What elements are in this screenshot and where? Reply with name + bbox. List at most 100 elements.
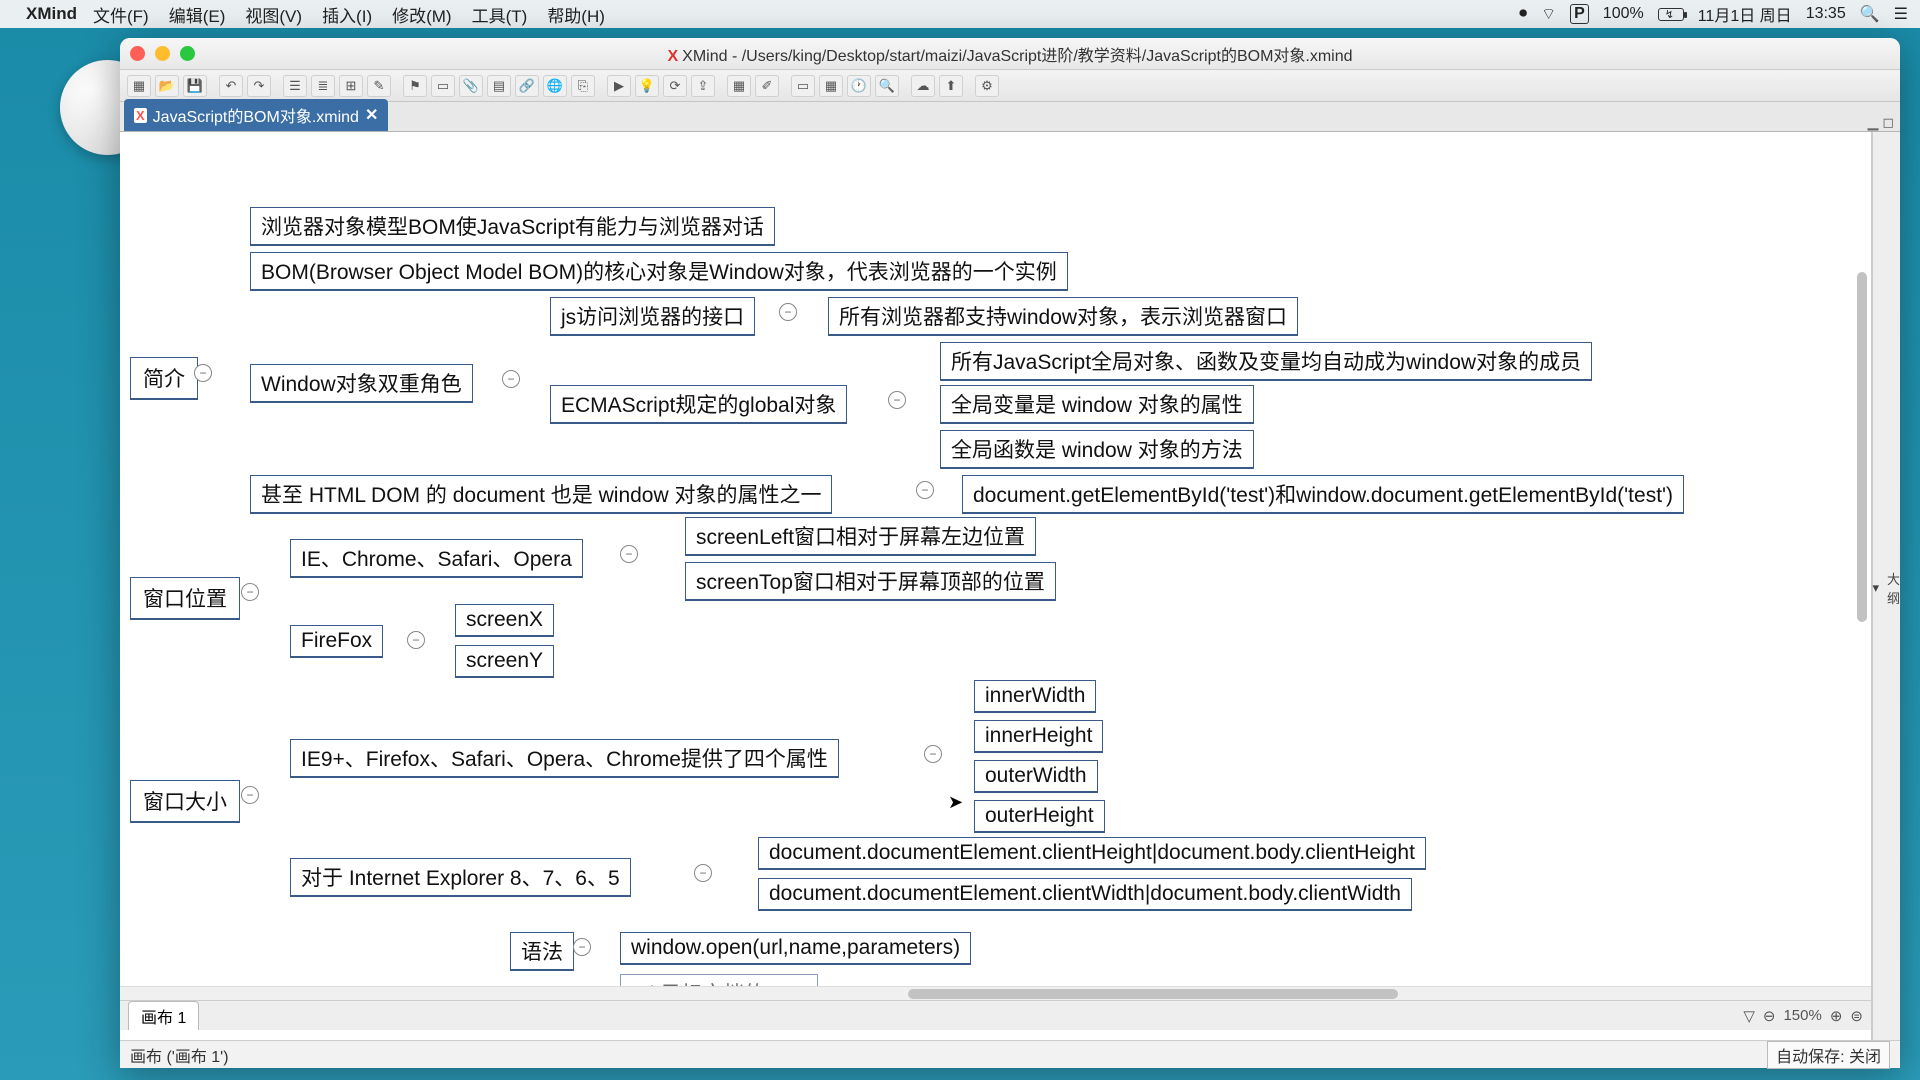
node-pos-b2[interactable]: screenY: [455, 645, 554, 678]
menu-view[interactable]: 视图(V): [245, 2, 302, 27]
wifi-icon[interactable]: ⌔: [1541, 4, 1556, 24]
toggle-icon[interactable]: −: [888, 391, 906, 409]
toggle-icon[interactable]: −: [916, 481, 934, 499]
zoom-fit-icon[interactable]: ⊜: [1850, 1007, 1863, 1025]
node-pos-a1[interactable]: screenLeft窗口相对于屏幕左边位置: [685, 517, 1036, 556]
toggle-icon[interactable]: −: [407, 631, 425, 649]
window-titlebar[interactable]: XXMind - /Users/king/Desktop/start/maizi…: [120, 38, 1900, 70]
note-icon[interactable]: ▤: [487, 75, 511, 97]
node-ecma-b[interactable]: 全局变量是 window 对象的属性: [940, 385, 1254, 424]
redo-icon[interactable]: ↷: [247, 75, 271, 97]
maximize-icon[interactable]: ◻: [1882, 114, 1894, 131]
search-icon[interactable]: 🔍: [875, 75, 899, 97]
gear-icon[interactable]: ⚙: [975, 75, 999, 97]
menu-tools[interactable]: 工具(T): [472, 2, 528, 27]
box-icon[interactable]: ▭: [791, 75, 815, 97]
mindmap-canvas[interactable]: 简介 − 浏览器对象模型BOM使JavaScript有能力与浏览器对话 BOM(…: [120, 132, 1872, 1040]
new-icon[interactable]: ▦: [127, 75, 151, 97]
horizontal-scrollbar[interactable]: [120, 986, 1871, 1000]
node-pos-a[interactable]: IE、Chrome、Safari、Opera: [290, 539, 583, 578]
image-icon[interactable]: ▭: [431, 75, 455, 97]
node-intro-a[interactable]: 浏览器对象模型BOM使JavaScript有能力与浏览器对话: [250, 207, 775, 246]
chevron-down-icon[interactable]: ▾: [1872, 578, 1879, 598]
toggle-icon[interactable]: −: [573, 938, 591, 956]
save-icon[interactable]: 💾: [183, 75, 207, 97]
brush-icon[interactable]: ✐: [755, 75, 779, 97]
toggle-icon[interactable]: −: [194, 364, 212, 382]
window-zoom-button[interactable]: [180, 46, 195, 61]
node-win-pos[interactable]: 窗口位置: [130, 577, 240, 620]
doc-icon[interactable]: ⎘: [571, 75, 595, 97]
tab-active[interactable]: X JavaScript的BOM对象.xmind ✕: [124, 99, 388, 131]
node-size-a1[interactable]: innerWidth: [974, 680, 1096, 713]
right-panel[interactable]: 大纲 ▾ 属 性 画布 背 增 图 高: [1872, 132, 1900, 1040]
node-intro[interactable]: 简介: [130, 357, 198, 400]
window-close-button[interactable]: [130, 46, 145, 61]
open-icon[interactable]: 📂: [155, 75, 179, 97]
app-name[interactable]: XMind: [26, 4, 77, 24]
list-icon[interactable]: ≣: [311, 75, 335, 97]
node-size-a4[interactable]: outerHeight: [974, 800, 1105, 833]
node-pos-b1[interactable]: screenX: [455, 604, 554, 637]
menu-icon[interactable]: ☰: [1894, 4, 1908, 24]
minimize-icon[interactable]: ▁: [1868, 114, 1879, 131]
outline-icon[interactable]: ☰: [283, 75, 307, 97]
spotlight-icon[interactable]: 🔍: [1860, 4, 1880, 24]
node-size-b2[interactable]: document.documentElement.clientWidth|doc…: [758, 878, 1412, 911]
undo-icon[interactable]: ↶: [219, 75, 243, 97]
node-size-b[interactable]: 对于 Internet Explorer 8、7、6、5: [290, 858, 631, 897]
vertical-scrollbar[interactable]: [1857, 232, 1869, 792]
node-size-a[interactable]: IE9+、Firefox、Safari、Opera、Chrome提供了四个属性: [290, 739, 839, 778]
present-icon[interactable]: ▶: [607, 75, 631, 97]
toggle-icon[interactable]: −: [241, 583, 259, 601]
screen-record-icon[interactable]: ⏺: [1519, 5, 1527, 23]
node-intro-b[interactable]: BOM(Browser Object Model BOM)的核心对象是Windo…: [250, 252, 1068, 291]
menu-insert[interactable]: 插入(I): [322, 2, 372, 27]
menu-help[interactable]: 帮助(H): [547, 2, 605, 27]
menubar-date[interactable]: 11月1日 周日: [1698, 2, 1792, 26]
node-win-size[interactable]: 窗口大小: [130, 780, 240, 823]
window-minimize-button[interactable]: [155, 46, 170, 61]
toggle-icon[interactable]: −: [924, 745, 942, 763]
node-ecma-a[interactable]: 所有JavaScript全局对象、函数及变量均自动成为window对象的成员: [940, 342, 1592, 381]
web-icon[interactable]: 🌐: [543, 75, 567, 97]
node-js-access[interactable]: js访问浏览器的接口: [550, 297, 755, 336]
node-win-role[interactable]: Window对象双重角色: [250, 364, 473, 403]
node-size-a3[interactable]: outerWidth: [974, 760, 1098, 793]
toggle-icon[interactable]: −: [502, 370, 520, 388]
sheet-tab[interactable]: 画布 1: [128, 1001, 199, 1030]
menu-modify[interactable]: 修改(M): [392, 2, 451, 27]
tree-icon[interactable]: ⊞: [339, 75, 363, 97]
attach-icon[interactable]: 📎: [459, 75, 483, 97]
panel-outline[interactable]: 大纲: [1887, 567, 1900, 609]
style-icon[interactable]: ✎: [367, 75, 391, 97]
battery-icon[interactable]: ↯: [1658, 8, 1684, 21]
node-js-access-c[interactable]: 所有浏览器都支持window对象，表示浏览器窗口: [828, 297, 1298, 336]
menubar-time[interactable]: 13:35: [1806, 5, 1846, 23]
menu-edit[interactable]: 编辑(E): [169, 2, 226, 27]
node-doc-prop[interactable]: 甚至 HTML DOM 的 document 也是 window 对象的属性之一: [250, 475, 832, 514]
cloud-up-icon[interactable]: ☁: [911, 75, 935, 97]
node-syntax-a[interactable]: window.open(url,name,parameters): [620, 932, 971, 965]
node-pos-b[interactable]: FireFox: [290, 625, 383, 658]
zoom-in-icon[interactable]: ⊕: [1830, 1007, 1843, 1025]
toggle-icon[interactable]: −: [620, 545, 638, 563]
bulb-icon[interactable]: 💡: [635, 75, 659, 97]
cal-icon[interactable]: ▦: [819, 75, 843, 97]
node-ecma[interactable]: ECMAScript规定的global对象: [550, 385, 847, 424]
refresh-icon[interactable]: ⟳: [663, 75, 687, 97]
tab-close-icon[interactable]: ✕: [365, 105, 378, 125]
parking-icon[interactable]: P: [1570, 4, 1589, 24]
node-doc-prop-c[interactable]: document.getElementById('test')和window.d…: [962, 475, 1684, 514]
node-size-a2[interactable]: innerHeight: [974, 720, 1103, 753]
flag-icon[interactable]: ⚑: [403, 75, 427, 97]
node-pos-a2[interactable]: screenTop窗口相对于屏幕顶部的位置: [685, 562, 1056, 601]
link-icon[interactable]: 🔗: [515, 75, 539, 97]
export-icon[interactable]: ⬆: [939, 75, 963, 97]
node-syntax[interactable]: 语法: [510, 932, 574, 971]
toggle-icon[interactable]: −: [241, 786, 259, 804]
clock-icon[interactable]: 🕐: [847, 75, 871, 97]
node-ecma-c[interactable]: 全局函数是 window 对象的方法: [940, 430, 1254, 469]
menu-file[interactable]: 文件(F): [93, 2, 149, 27]
share-icon[interactable]: ⇪: [691, 75, 715, 97]
